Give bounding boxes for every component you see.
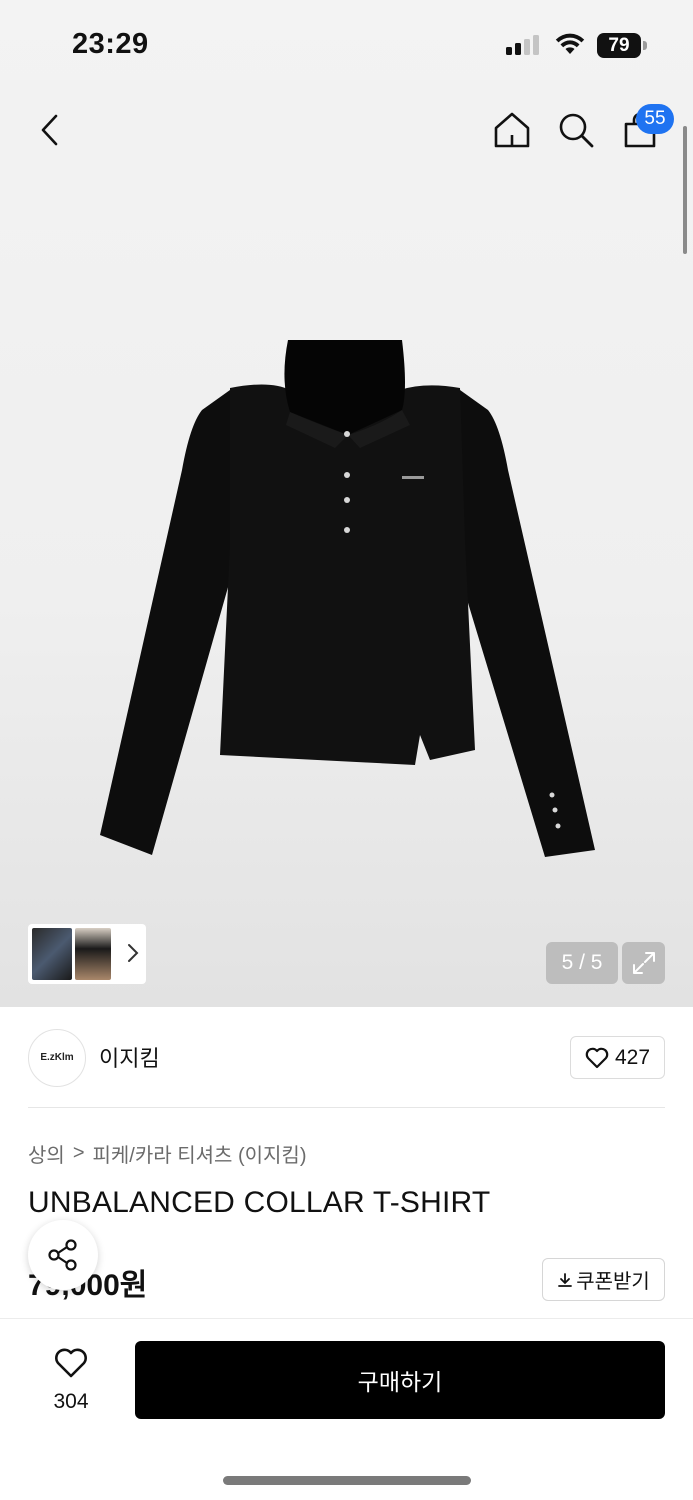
top-nav — [0, 92, 693, 172]
fullscreen-button[interactable] — [622, 942, 665, 984]
home-button[interactable] — [488, 106, 536, 154]
battery-indicator: 79 — [597, 33, 647, 58]
thumbnail-image[interactable] — [75, 928, 111, 980]
chevron-right-icon — [128, 944, 139, 962]
status-bar: 23:29 79 — [0, 0, 693, 92]
chevron-left-icon — [41, 114, 58, 146]
coupon-button[interactable]: 쿠폰받기 — [542, 1258, 665, 1301]
share-button[interactable] — [28, 1220, 98, 1290]
product-image[interactable] — [90, 330, 600, 870]
brand-name[interactable]: 이지킴 — [99, 1041, 160, 1073]
breadcrumb-separator: > — [72, 1142, 85, 1164]
battery-nub — [643, 41, 647, 50]
divider — [28, 1107, 665, 1108]
scrollbar[interactable] — [683, 126, 687, 254]
search-icon — [559, 113, 594, 148]
cellular-signal-icon — [506, 35, 539, 55]
thumbnail-image[interactable] — [32, 928, 72, 980]
breadcrumb-level2[interactable]: 피케/카라 티셔츠 (이지킴) — [93, 1139, 307, 1168]
coupon-label: 쿠폰받기 — [576, 1271, 650, 1293]
download-icon — [558, 1272, 573, 1287]
breadcrumb-level1[interactable]: 상의 — [28, 1139, 65, 1168]
share-icon — [48, 1239, 77, 1271]
brand-like-count: 427 — [614, 1045, 651, 1069]
battery-level: 79 — [597, 33, 641, 58]
thumbnail-strip[interactable] — [28, 924, 146, 984]
expand-icon — [632, 952, 655, 974]
bottom-action-bar: 304 구매하기 — [0, 1318, 693, 1500]
brand-logo[interactable]: E.zKlm — [28, 1029, 86, 1087]
wishlist-button[interactable]: 304 — [40, 1347, 102, 1414]
cart-count-badge: 55 — [636, 104, 674, 134]
wishlist-count: 304 — [53, 1390, 89, 1413]
home-indicator — [223, 1476, 471, 1485]
product-hero: 23:29 79 55 5 / 5 — [0, 0, 693, 1007]
heart-icon — [585, 1047, 609, 1068]
buy-button[interactable]: 구매하기 — [135, 1341, 665, 1419]
status-time: 23:29 — [72, 28, 149, 60]
image-counter: 5 / 5 — [546, 942, 618, 984]
brand-like-button[interactable]: 427 — [570, 1036, 665, 1079]
brand-row: E.zKlm 이지킴 427 — [0, 1007, 693, 1107]
product-title: UNBALANCED COLLAR T-SHIRT — [28, 1186, 491, 1219]
wifi-icon — [555, 33, 585, 54]
search-button[interactable] — [552, 106, 600, 154]
back-button[interactable] — [26, 106, 74, 154]
heart-icon — [55, 1348, 87, 1378]
home-icon — [494, 112, 530, 148]
breadcrumb: 상의 > 피케/카라 티셔츠 (이지킴) — [28, 1139, 307, 1168]
